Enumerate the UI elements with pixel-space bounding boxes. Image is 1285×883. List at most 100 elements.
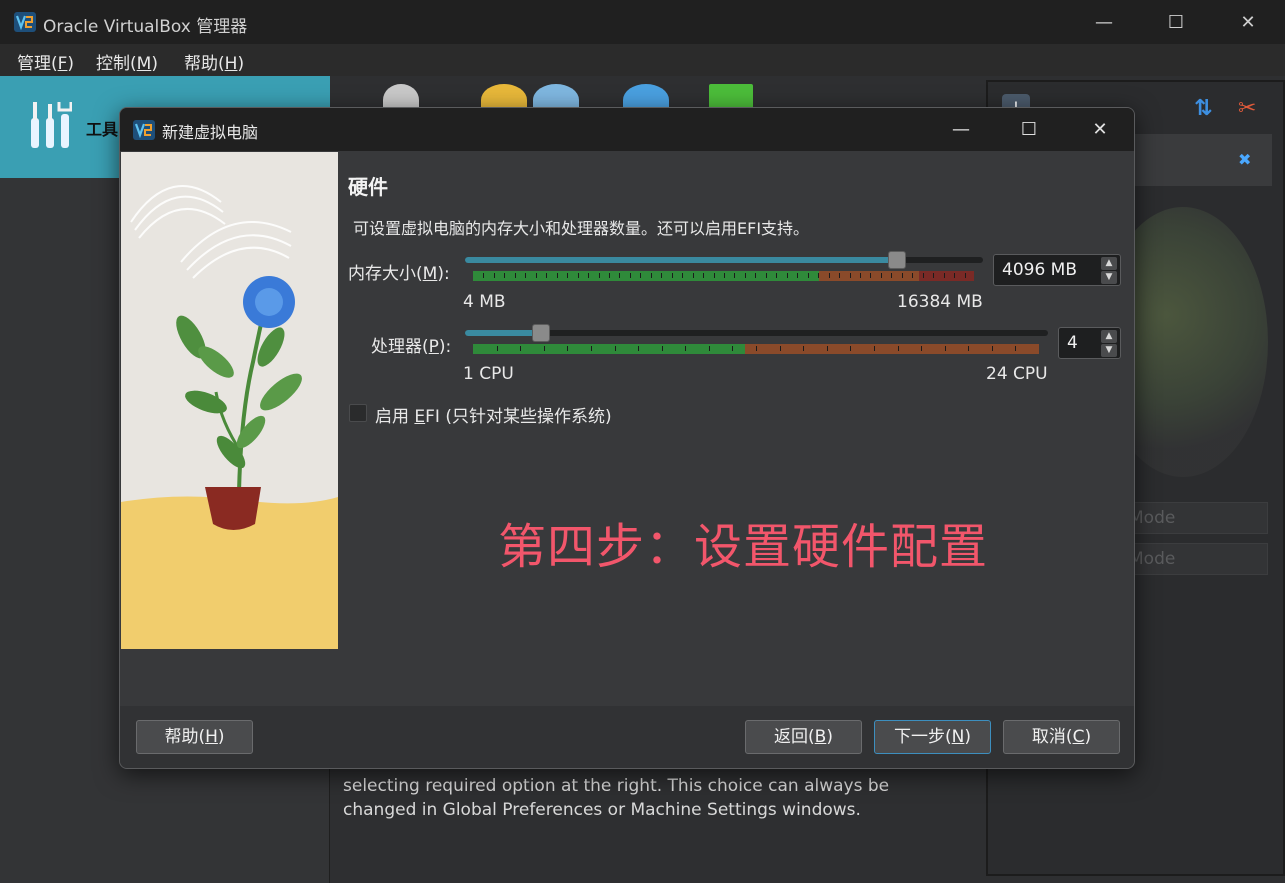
virtualbox-manager-window: Oracle VirtualBox 管理器 — ☐ ✕ 管理(F) 控制(M) … [0, 0, 1285, 883]
scale-tick [732, 346, 733, 351]
scale-tick [591, 346, 592, 351]
scale-tick [693, 273, 694, 278]
clear-icon[interactable]: ✂ [1238, 96, 1264, 122]
cpu-min-label: 1 CPU [463, 364, 514, 384]
scale-tick [709, 346, 710, 351]
scale-tick [827, 346, 828, 351]
maximize-button[interactable]: ☐ [1140, 0, 1212, 44]
scale-tick [672, 273, 673, 278]
scale-tick [965, 273, 966, 278]
back-button[interactable]: 返回(B) [745, 720, 862, 754]
maximize-icon: ☐ [1020, 119, 1038, 140]
scale-tick [850, 346, 851, 351]
window-title: Oracle VirtualBox 管理器 [43, 17, 248, 37]
step-annotation: 第四步：设置硬件配置 [498, 519, 989, 575]
scale-tick [599, 273, 600, 278]
cpu-slider-fill [465, 330, 541, 336]
memory-slider[interactable] [465, 251, 983, 269]
scale-tick [803, 346, 804, 351]
menu-manage[interactable]: 管理(F) [17, 49, 74, 74]
minimize-icon: — [952, 119, 970, 140]
scale-tick [567, 346, 568, 351]
scale-tick [944, 273, 945, 278]
scale-tick [912, 273, 913, 278]
minimize-icon: — [1095, 11, 1113, 33]
memory-value: 4096 MB [1002, 260, 1077, 280]
scale-tick [923, 273, 924, 278]
plant-illustration [121, 152, 338, 649]
scale-tick [829, 273, 830, 278]
dialog-footer: 帮助(H) 返回(B) 下一步(N) 取消(C) [120, 706, 1134, 768]
virtualbox-logo-icon [14, 12, 36, 32]
menu-control[interactable]: 控制(M) [96, 49, 158, 74]
help-button[interactable]: 帮助(H) [136, 720, 253, 754]
scale-tick [1015, 346, 1016, 351]
next-button[interactable]: 下一步(N) [874, 720, 991, 754]
sort-icon[interactable]: ⇅ [1194, 96, 1220, 122]
background-help-text: selecting required option at the right. … [343, 776, 890, 820]
scale-tick [898, 346, 899, 351]
title-bar: Oracle VirtualBox 管理器 — ☐ ✕ [0, 0, 1285, 44]
scale-tick [520, 346, 521, 351]
scale-tick [881, 273, 882, 278]
cpu-slider-handle[interactable] [532, 324, 550, 342]
close-icon: ✕ [1240, 11, 1256, 33]
scale-tick [808, 273, 809, 278]
cpu-up-arrow-icon[interactable]: ▲ [1101, 330, 1117, 343]
scale-tick [483, 273, 484, 278]
memory-spinbox[interactable]: 4096 MB ▲ ▼ [993, 254, 1121, 286]
scale-tick [756, 346, 757, 351]
scale-tick [968, 346, 969, 351]
scale-tick [734, 273, 735, 278]
memory-slider-handle[interactable] [888, 251, 906, 269]
cpu-down-arrow-icon[interactable]: ▼ [1101, 344, 1117, 357]
efi-checkbox[interactable] [349, 404, 367, 422]
scale-tick [954, 273, 955, 278]
scale-tick [724, 273, 725, 278]
scale-tick [662, 346, 663, 351]
scale-tick [638, 346, 639, 351]
close-button[interactable]: ✕ [1212, 0, 1284, 44]
scale-tick [776, 273, 777, 278]
scale-tick [536, 273, 537, 278]
scale-tick [497, 346, 498, 351]
cpu-value: 4 [1067, 333, 1078, 353]
scale-tick [992, 346, 993, 351]
wizard-illustration [121, 152, 338, 649]
scale-tick [546, 273, 547, 278]
cpu-scale-bar [473, 344, 1039, 354]
memory-scale-bar [473, 271, 975, 281]
cpu-slider[interactable] [465, 324, 1048, 342]
tools-label: 工具 [86, 120, 119, 139]
dialog-title-bar: 新建虚拟电脑 — ☐ ✕ [120, 108, 1134, 151]
efi-label[interactable]: 启用 EFI (只针对某些操作系统) [375, 402, 612, 427]
dialog-close-button[interactable]: ✕ [1065, 108, 1134, 151]
menu-help[interactable]: 帮助(H) [184, 49, 244, 74]
section-description: 可设置虚拟电脑的内存大小和处理器数量。还可以启用EFI支持。 [353, 219, 810, 238]
scale-tick [504, 273, 505, 278]
scale-tick [714, 273, 715, 278]
scale-tick [609, 273, 610, 278]
menu-bar: 管理(F) 控制(M) 帮助(H) [0, 44, 1285, 76]
dialog-maximize-button[interactable]: ☐ [994, 108, 1064, 151]
scale-tick [630, 273, 631, 278]
scale-tick [945, 346, 946, 351]
scale-tick [682, 273, 683, 278]
scale-tick [588, 273, 589, 278]
scale-tick [703, 273, 704, 278]
scale-tick [640, 273, 641, 278]
scale-tick [755, 273, 756, 278]
virtualbox-logo-icon [133, 120, 155, 140]
tools-icon [31, 102, 72, 148]
cancel-button[interactable]: 取消(C) [1003, 720, 1120, 754]
memory-up-arrow-icon[interactable]: ▲ [1101, 257, 1117, 270]
dialog-minimize-button[interactable]: — [926, 108, 996, 151]
memory-down-arrow-icon[interactable]: ▼ [1101, 271, 1117, 284]
scale-tick [766, 273, 767, 278]
minimize-button[interactable]: — [1068, 0, 1140, 44]
scale-tick [544, 346, 545, 351]
notification-close-icon[interactable]: ✖ [1238, 150, 1251, 169]
new-vm-dialog: 新建虚拟电脑 — ☐ ✕ 硬件 可设置虚拟电脑的内存大小和处理器数量。还可以启用… [119, 107, 1135, 769]
scale-segment [819, 271, 919, 281]
cpu-spinbox[interactable]: 4 ▲ ▼ [1058, 327, 1121, 359]
